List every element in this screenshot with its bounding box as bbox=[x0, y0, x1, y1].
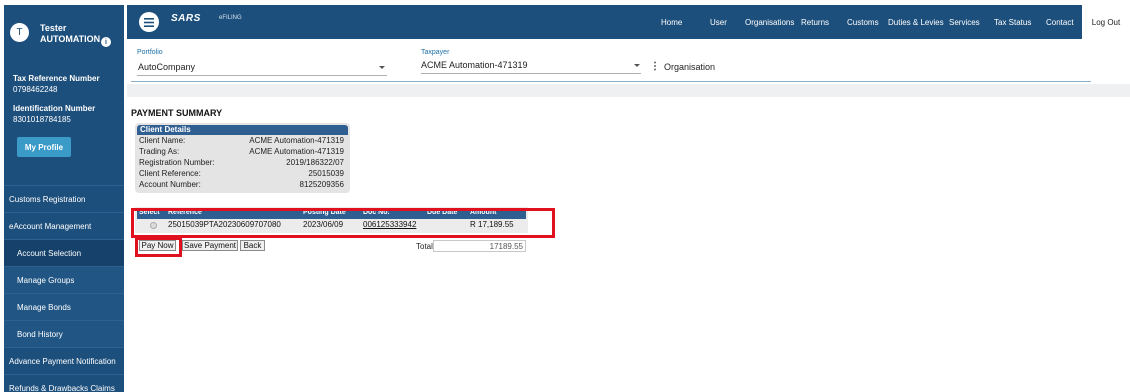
highlight-table-row bbox=[131, 208, 555, 238]
client-details-header: Client Details bbox=[137, 125, 348, 135]
nav-organisations[interactable]: Organisations bbox=[745, 5, 794, 39]
client-detail-row: Registration Number: 2019/186322/07 bbox=[139, 158, 344, 169]
user-first-name: Tester bbox=[40, 23, 67, 33]
taxpayer-select[interactable]: ACME Automation-471319 bbox=[421, 60, 528, 70]
sidebar-item-eaccount-management[interactable]: eAccount Management bbox=[4, 212, 124, 239]
client-detail-key: Client Reference: bbox=[139, 169, 201, 178]
kebab-menu-icon[interactable]: ⋮ bbox=[650, 61, 660, 72]
total-label: Total bbox=[416, 242, 433, 251]
top-bar: SARS eFILING Home User Organisations Ret… bbox=[127, 5, 1130, 39]
sidebar-item-customs-registration[interactable]: Customs Registration bbox=[4, 185, 124, 212]
sidebar-item-refunds-drawbacks-claims[interactable]: Refunds & Drawbacks Claims bbox=[4, 374, 124, 392]
client-detail-key: Registration Number: bbox=[139, 158, 215, 167]
nav-customs[interactable]: Customs bbox=[847, 5, 879, 39]
portfolio-label: Portfolio bbox=[137, 49, 163, 56]
client-detail-row: Client Name: ACME Automation-471319 bbox=[139, 136, 344, 147]
user-last-name: AUTOMATION bbox=[40, 34, 101, 44]
client-details-panel: Client Details Client Name: ACME Automat… bbox=[135, 123, 350, 193]
client-detail-key: Client Name: bbox=[139, 136, 186, 145]
filter-bar: Portfolio AutoCompany Taxpayer ACME Auto… bbox=[131, 40, 1091, 82]
menu-icon[interactable] bbox=[139, 12, 159, 32]
sidebar-item-manage-bonds[interactable]: Manage Bonds bbox=[4, 293, 124, 320]
nav-user[interactable]: User bbox=[710, 5, 727, 39]
taxpayer-chevron-down-icon[interactable] bbox=[634, 64, 640, 67]
id-number-value: 8301018784185 bbox=[13, 115, 71, 124]
sidebar-nav: Customs Registration eAccount Management… bbox=[4, 185, 124, 392]
app-root: T Tester AUTOMATION i Tax Reference Numb… bbox=[0, 0, 1130, 392]
logout-button[interactable]: Log Out bbox=[1082, 5, 1130, 39]
sidebar: T Tester AUTOMATION i Tax Reference Numb… bbox=[4, 5, 124, 392]
client-detail-value: 25015039 bbox=[308, 169, 344, 178]
portfolio-chevron-down-icon[interactable] bbox=[379, 66, 385, 69]
client-detail-value: ACME Automation-471319 bbox=[249, 147, 344, 156]
sidebar-item-account-selection[interactable]: Account Selection bbox=[4, 239, 124, 266]
nav-returns[interactable]: Returns bbox=[801, 5, 829, 39]
page-title: PAYMENT SUMMARY bbox=[131, 108, 223, 118]
nav-services[interactable]: Services bbox=[949, 5, 980, 39]
portfolio-underline bbox=[137, 75, 387, 76]
total-field: 17189.55 bbox=[433, 240, 526, 252]
nav-contact[interactable]: Contact bbox=[1046, 5, 1074, 39]
taxpayer-underline bbox=[421, 73, 641, 74]
client-detail-row: Trading As: ACME Automation-471319 bbox=[139, 147, 344, 158]
client-detail-value: 8125209356 bbox=[299, 180, 345, 189]
nav-duties-levies[interactable]: Duties & Levies bbox=[888, 5, 944, 39]
highlight-pay-now bbox=[135, 237, 182, 257]
id-number-label: Identification Number bbox=[13, 104, 96, 113]
tax-ref-value: 0798462248 bbox=[13, 85, 58, 94]
client-detail-row: Account Number: 8125209356 bbox=[139, 180, 344, 191]
tax-ref-label: Tax Reference Number bbox=[13, 74, 100, 83]
my-profile-button[interactable]: My Profile bbox=[17, 137, 71, 157]
client-detail-value: ACME Automation-471319 bbox=[249, 136, 344, 145]
nav-tax-status[interactable]: Tax Status bbox=[994, 5, 1031, 39]
page-background bbox=[127, 84, 1130, 97]
client-detail-key: Account Number: bbox=[139, 180, 201, 189]
client-detail-key: Trading As: bbox=[139, 147, 180, 156]
client-detail-value: 2019/186322/07 bbox=[286, 158, 344, 167]
portfolio-select[interactable]: AutoCompany bbox=[138, 62, 195, 72]
efiling-logo: eFILING bbox=[219, 15, 242, 21]
nav-home[interactable]: Home bbox=[661, 5, 682, 39]
sidebar-item-advance-payment-notification[interactable]: Advance Payment Notification bbox=[4, 347, 124, 374]
sidebar-item-bond-history[interactable]: Bond History bbox=[4, 320, 124, 347]
back-button[interactable]: Back bbox=[240, 240, 265, 251]
avatar[interactable]: T bbox=[10, 23, 29, 42]
sidebar-item-manage-groups[interactable]: Manage Groups bbox=[4, 266, 124, 293]
sars-logo[interactable]: SARS bbox=[171, 13, 201, 24]
taxpayer-label: Taxpayer bbox=[421, 49, 450, 56]
organisation-label[interactable]: Organisation bbox=[664, 62, 715, 72]
client-detail-row: Client Reference: 25015039 bbox=[139, 169, 344, 180]
info-icon[interactable]: i bbox=[101, 37, 111, 47]
save-payment-button[interactable]: Save Payment bbox=[182, 240, 238, 251]
